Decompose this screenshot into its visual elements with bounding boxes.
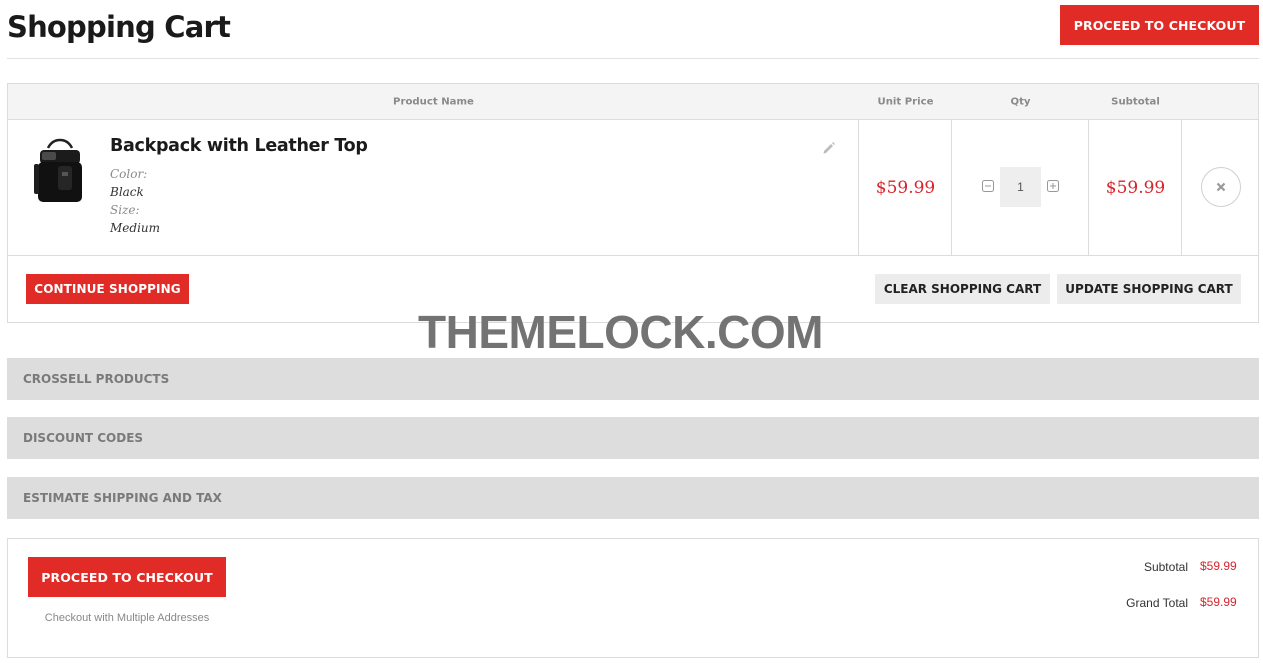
- minus-box-icon[interactable]: [982, 180, 994, 192]
- column-header-product-name: Product Name: [393, 95, 474, 108]
- product-thumbnail[interactable]: [30, 138, 90, 210]
- watermark: THEMELOCK.COM: [418, 306, 823, 358]
- column-header-subtotal: Subtotal: [1111, 95, 1160, 108]
- pencil-icon[interactable]: [822, 141, 836, 155]
- option-label-size: Size:: [110, 203, 140, 217]
- discount-codes-section[interactable]: DISCOUNT CODES: [7, 417, 1259, 459]
- cart-totals: PROCEED TO CHECKOUT Checkout with Multip…: [7, 538, 1259, 658]
- estimate-shipping-section[interactable]: ESTIMATE SHIPPING AND TAX: [7, 477, 1259, 519]
- option-value-color: Black: [110, 185, 144, 199]
- cart-item-row: Backpack with Leather Top Color: Black S…: [8, 120, 1258, 256]
- page-title: Shopping Cart: [7, 10, 231, 44]
- column-header-qty: Qty: [1010, 95, 1031, 108]
- cart-table: Product Name Unit Price Qty Subtotal Bac…: [7, 83, 1259, 323]
- product-name[interactable]: Backpack with Leather Top: [110, 136, 368, 156]
- multiple-addresses-link[interactable]: Checkout with Multiple Addresses: [28, 612, 226, 624]
- cart-table-header: Product Name Unit Price Qty Subtotal: [8, 84, 1258, 120]
- subtotal-label: Subtotal: [1143, 560, 1188, 574]
- item-subtotal: $59.99: [1105, 178, 1166, 198]
- grand-total-label: Grand Total: [1126, 596, 1188, 610]
- option-label-color: Color:: [110, 167, 148, 181]
- subtotal-value: $59.99: [1200, 559, 1237, 573]
- proceed-to-checkout-button-bottom[interactable]: PROCEED TO CHECKOUT: [28, 557, 226, 597]
- clear-shopping-cart-button[interactable]: CLEAR SHOPPING CART: [875, 274, 1050, 304]
- unit-price: $59.99: [875, 178, 936, 198]
- plus-box-icon[interactable]: [1047, 180, 1059, 192]
- remove-item-button[interactable]: [1201, 167, 1241, 207]
- continue-shopping-button[interactable]: CONTINUE SHOPPING: [26, 274, 189, 304]
- quantity-input[interactable]: [1000, 167, 1041, 207]
- proceed-to-checkout-button[interactable]: PROCEED TO CHECKOUT: [1060, 5, 1259, 45]
- crosssell-products-section[interactable]: CROSSELL PRODUCTS: [7, 358, 1259, 400]
- title-divider: [7, 58, 1259, 59]
- grand-total-value: $59.99: [1200, 595, 1237, 609]
- option-value-size: Medium: [110, 221, 161, 235]
- close-icon: [1216, 182, 1226, 192]
- column-header-unit-price: Unit Price: [877, 95, 934, 108]
- update-shopping-cart-button[interactable]: UPDATE SHOPPING CART: [1057, 274, 1241, 304]
